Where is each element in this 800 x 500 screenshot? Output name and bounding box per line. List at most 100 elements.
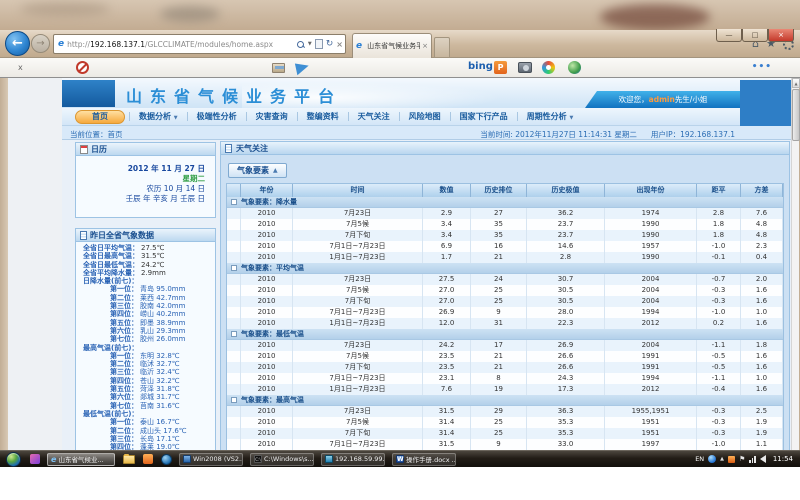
- table-row[interactable]: 20107月下旬23.52126.61991-0.51.6: [227, 362, 783, 373]
- toolbar-close-icon[interactable]: x: [18, 63, 23, 72]
- mail-card-icon[interactable]: [272, 63, 285, 73]
- checkbox-icon[interactable]: [231, 331, 237, 337]
- table-row[interactable]: 20107月下旬3.43523.719901.84.8: [227, 230, 783, 241]
- browser-tab[interactable]: e 山东省气候业务平... ×: [352, 33, 432, 58]
- element-filter-button[interactable]: 气象要素 ▲: [228, 163, 287, 178]
- bing-logo[interactable]: bing: [468, 61, 493, 72]
- table-group-row[interactable]: 气象要素：平均气温: [227, 263, 783, 274]
- table-row[interactable]: 20101月1日~7月23日1.7212.81990-0.10.4: [227, 252, 783, 263]
- table-row[interactable]: 20101月1日~7月23日12.03122.320120.21.6: [227, 318, 783, 329]
- rank-label: 第一位：: [76, 418, 138, 426]
- table-row[interactable]: 20101月1日~7月23日7.61917.32012-0.41.6: [227, 384, 783, 395]
- start-button[interactable]: [6, 452, 21, 467]
- table-row[interactable]: 20107月1日~7月23日6.91614.61957-1.02.3: [227, 241, 783, 252]
- table-group-row[interactable]: 气象要素：降水量: [227, 197, 783, 208]
- camera-icon[interactable]: [518, 62, 532, 73]
- checkbox-icon[interactable]: [231, 199, 237, 205]
- page-content: 日历 2012 年 11 月 27 日 星期二 农历 10 月 14 日 壬辰 …: [62, 140, 791, 467]
- taskbar-clock[interactable]: 11:54: [773, 455, 793, 463]
- table-group-row[interactable]: 气象要素：最高气温: [227, 395, 783, 406]
- table-row[interactable]: 20107月23日27.52430.72004-0.72.0: [227, 274, 783, 285]
- language-indicator[interactable]: EN: [695, 455, 704, 463]
- checkbox-icon[interactable]: [231, 397, 237, 403]
- nav-item-3[interactable]: 灾害查询: [247, 111, 297, 122]
- rank-value: 临沂 32.4℃: [140, 368, 180, 376]
- show-hidden-icons[interactable]: ▲: [720, 456, 724, 462]
- tab-title: 山东省气候业务平...: [367, 41, 420, 51]
- search-dropdown-icon[interactable]: ▼: [308, 41, 312, 47]
- taskbar-window-3[interactable]: W操作手册.docx ...: [392, 453, 456, 466]
- volume-icon[interactable]: [760, 455, 766, 463]
- p-badge-icon[interactable]: P: [494, 61, 507, 74]
- tab-favicon: e: [356, 41, 362, 51]
- table-row[interactable]: 20107月23日24.21726.92004-1.11.8: [227, 340, 783, 351]
- scrollbar-thumb[interactable]: [792, 89, 800, 141]
- scroll-up-icon[interactable]: ▲: [792, 78, 800, 88]
- more-options-icon[interactable]: •••: [752, 62, 772, 72]
- nav-item-4[interactable]: 整编资料: [298, 111, 348, 122]
- refresh-icon[interactable]: ↻: [326, 39, 334, 49]
- url-text[interactable]: http://192.168.137.1/GLCCLIMATE/modules/…: [67, 40, 296, 49]
- blocked-content-icon[interactable]: [76, 61, 89, 74]
- taskbar-window-2[interactable]: 192.168.59.99...: [321, 453, 385, 466]
- table-row[interactable]: 20107月23日31.52936.31955,1951-0.32.5: [227, 406, 783, 417]
- table-cell: 14.6: [527, 241, 605, 252]
- taskbar-window-1[interactable]: C:\C:\Windows\s...: [250, 453, 314, 466]
- nav-item-1[interactable]: 数据分析 ▼: [130, 111, 187, 122]
- table-cell: 1.6: [741, 318, 783, 329]
- nav-item-6[interactable]: 风险地图: [400, 111, 450, 122]
- security-tray-icon[interactable]: [728, 456, 735, 463]
- new-tab-button[interactable]: [434, 37, 450, 58]
- tab-close-icon[interactable]: ×: [422, 42, 428, 50]
- nav-item-8[interactable]: 周期性分析 ▼: [518, 111, 583, 122]
- close-button[interactable]: ×: [768, 29, 794, 42]
- stat-label: 全省日最低气温：: [83, 261, 139, 269]
- table-row[interactable]: 20107月下旬27.02530.52004-0.31.6: [227, 296, 783, 307]
- table-row[interactable]: 20107月23日2.92736.219742.87.6: [227, 208, 783, 219]
- back-button[interactable]: ←: [5, 31, 30, 56]
- nav-item-2[interactable]: 极端性分析: [188, 111, 246, 122]
- explorer-folder-icon[interactable]: [123, 455, 135, 464]
- address-bar[interactable]: e http://192.168.137.1/GLCCLIMATE/module…: [53, 34, 346, 54]
- table-group-row[interactable]: 气象要素：最低气温: [227, 329, 783, 340]
- quick-launch-icon[interactable]: [30, 454, 40, 464]
- table-row[interactable]: 20107月5候27.02530.52004-0.31.6: [227, 285, 783, 296]
- table-cell: 7月下旬: [293, 428, 423, 439]
- minimize-button[interactable]: —: [716, 29, 742, 42]
- table-cell: 29: [471, 406, 527, 417]
- table-row[interactable]: 20107月下旬31.42535.31951-0.31.9: [227, 428, 783, 439]
- rank-value: 苍山 32.2℃: [140, 377, 180, 385]
- paper-plane-icon[interactable]: [295, 61, 310, 75]
- search-icon[interactable]: [296, 40, 305, 49]
- checkbox-icon[interactable]: [231, 265, 237, 271]
- pinned-app-icon[interactable]: [143, 454, 153, 464]
- forward-button[interactable]: →: [31, 34, 50, 53]
- table-cell: 24.3: [527, 373, 605, 384]
- table-cell: 31.5: [423, 439, 471, 450]
- table-row[interactable]: 20107月1日~7月23日31.5933.01997-1.01.1: [227, 439, 783, 450]
- taskbar-window-active[interactable]: e 山东省气候业...: [47, 453, 115, 466]
- sparkle-icon[interactable]: [542, 61, 555, 74]
- weather-data-table: 年份时间数值历史排位历史极值出现年份距平方差气象要素：降水量20107月23日2…: [226, 183, 784, 462]
- stop-icon[interactable]: ×: [336, 40, 343, 49]
- table-row[interactable]: 20107月5候31.42535.31951-0.31.9: [227, 417, 783, 428]
- nav-item-0[interactable]: 首页: [75, 110, 125, 124]
- action-center-flag-icon[interactable]: ⚑: [739, 455, 745, 463]
- media-player-icon[interactable]: [161, 454, 172, 465]
- maximize-button[interactable]: □: [742, 29, 768, 42]
- table-row[interactable]: 20107月1日~7月23日26.9928.01994-1.01.0: [227, 307, 783, 318]
- table-cell: 30.5: [527, 285, 605, 296]
- globe-icon[interactable]: [568, 61, 581, 74]
- table-cell: -0.7: [697, 274, 741, 285]
- table-row[interactable]: 20107月5候3.43523.719901.84.8: [227, 219, 783, 230]
- table-row[interactable]: 20107月1日~7月23日23.1824.31994-1.11.0: [227, 373, 783, 384]
- compatibility-view-icon[interactable]: [315, 39, 323, 49]
- page-scrollbar[interactable]: ▲ ▼: [791, 78, 799, 467]
- messenger-tray-icon[interactable]: [708, 455, 716, 463]
- table-row[interactable]: 20107月5候23.52126.61991-0.51.6: [227, 351, 783, 362]
- network-icon[interactable]: [749, 456, 756, 463]
- table-cell: 23.5: [423, 362, 471, 373]
- taskbar-window-0[interactable]: Win2008 (VS2...: [179, 453, 243, 466]
- nav-item-5[interactable]: 天气关注: [349, 111, 399, 122]
- nav-item-7[interactable]: 国家下行产品: [451, 111, 517, 122]
